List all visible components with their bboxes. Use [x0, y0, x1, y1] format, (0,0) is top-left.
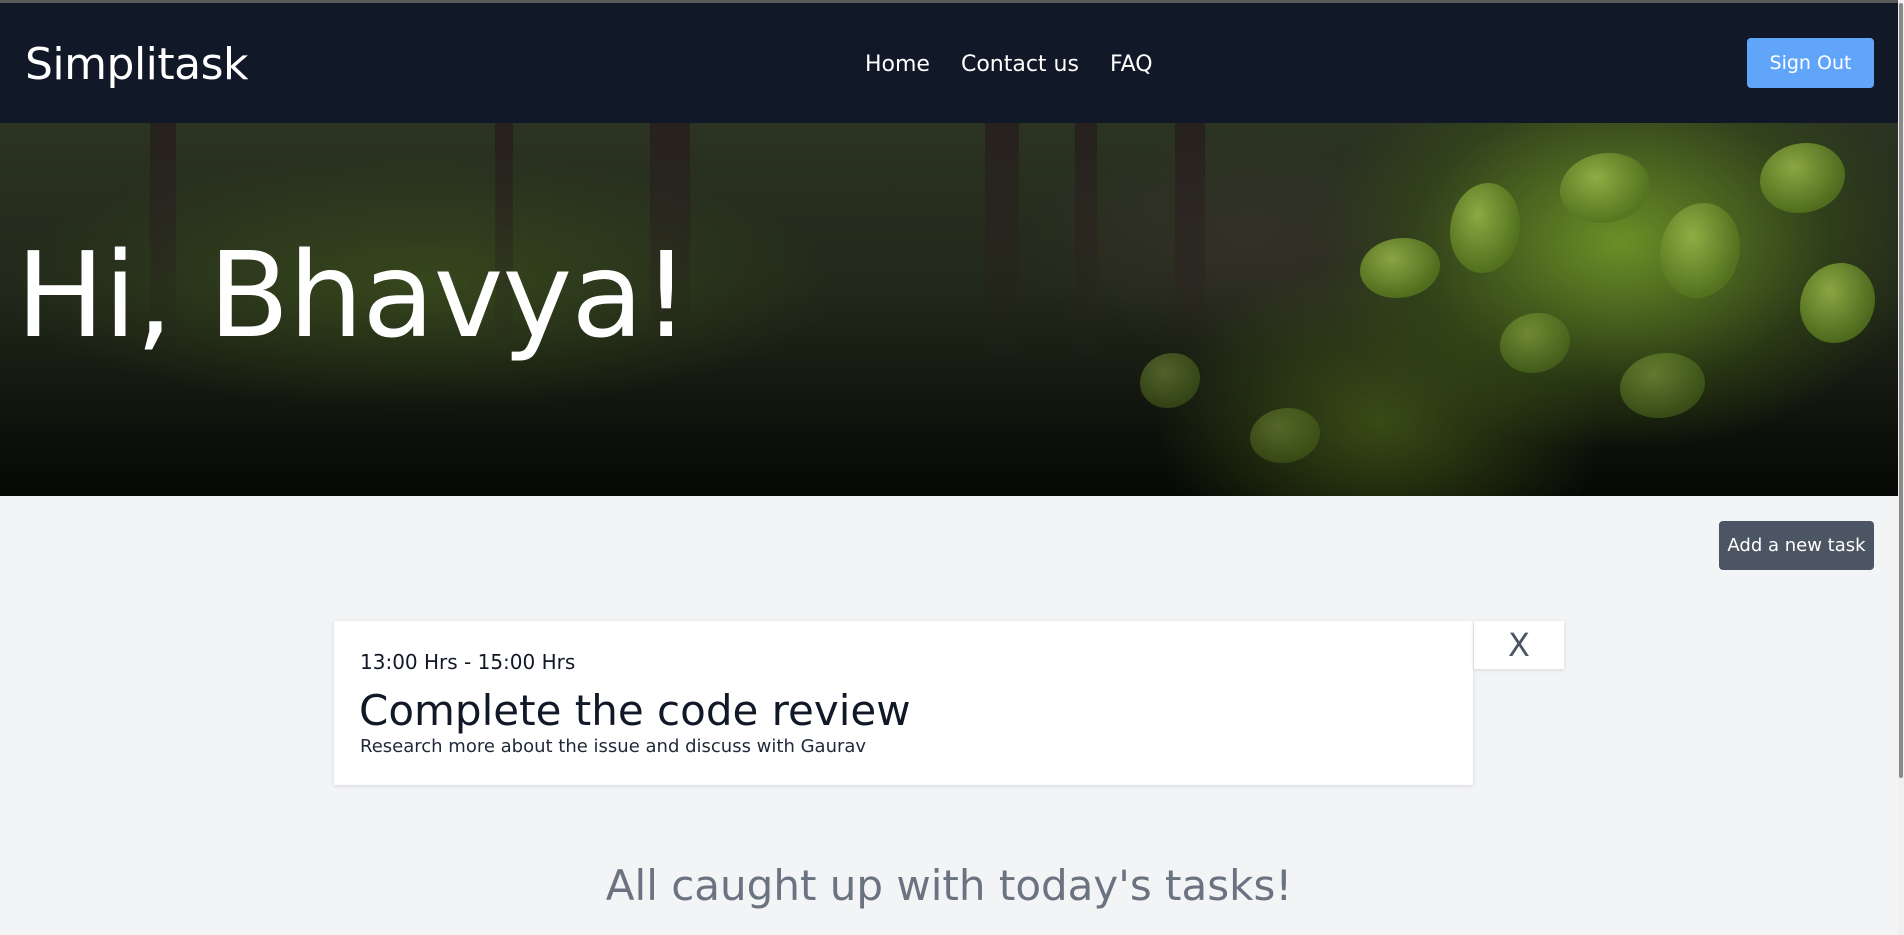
task-card[interactable]: 13:00 Hrs - 15:00 Hrs Complete the code … — [334, 621, 1473, 785]
hero-background-trunk — [1175, 123, 1205, 363]
task-title: Complete the code review — [359, 686, 911, 735]
delete-task-button[interactable]: X — [1474, 621, 1564, 669]
hero-background-trunk — [1075, 123, 1097, 363]
hero-background-leaf — [1450, 183, 1520, 273]
greeting-heading: Hi, Bhavya! — [16, 226, 690, 364]
all-caught-up-message: All caught up with today's tasks! — [605, 861, 1293, 910]
hero-background-leaf — [1250, 408, 1320, 463]
hero-background-leaf — [1560, 153, 1650, 223]
task-description: Research more about the issue and discus… — [360, 736, 867, 757]
hero-background-leaf — [1140, 353, 1200, 408]
hero-background-leaf — [1800, 263, 1875, 343]
nav-links: Home Contact us FAQ — [865, 50, 1153, 80]
brand-logo[interactable]: Simplitask — [25, 37, 249, 93]
navbar: Simplitask Home Contact us FAQ Sign Out — [0, 3, 1898, 123]
hero-background-leaf — [1760, 143, 1845, 213]
hero-background-leaf — [1620, 353, 1705, 418]
nav-link-home[interactable]: Home — [865, 50, 930, 80]
hero-banner: Hi, Bhavya! — [0, 123, 1898, 496]
task-time-range: 13:00 Hrs - 15:00 Hrs — [360, 650, 576, 674]
hero-background-leaf — [1500, 313, 1570, 373]
hero-background-trunk — [985, 123, 1019, 363]
sign-out-button[interactable]: Sign Out — [1747, 38, 1874, 88]
nav-link-faq[interactable]: FAQ — [1110, 50, 1153, 80]
hero-background-leaf — [1360, 238, 1440, 298]
scrollbar-thumb[interactable] — [1899, 3, 1903, 778]
add-task-button[interactable]: Add a new task — [1719, 521, 1874, 570]
nav-link-contact[interactable]: Contact us — [961, 50, 1079, 80]
hero-background-leaf — [1660, 203, 1740, 298]
